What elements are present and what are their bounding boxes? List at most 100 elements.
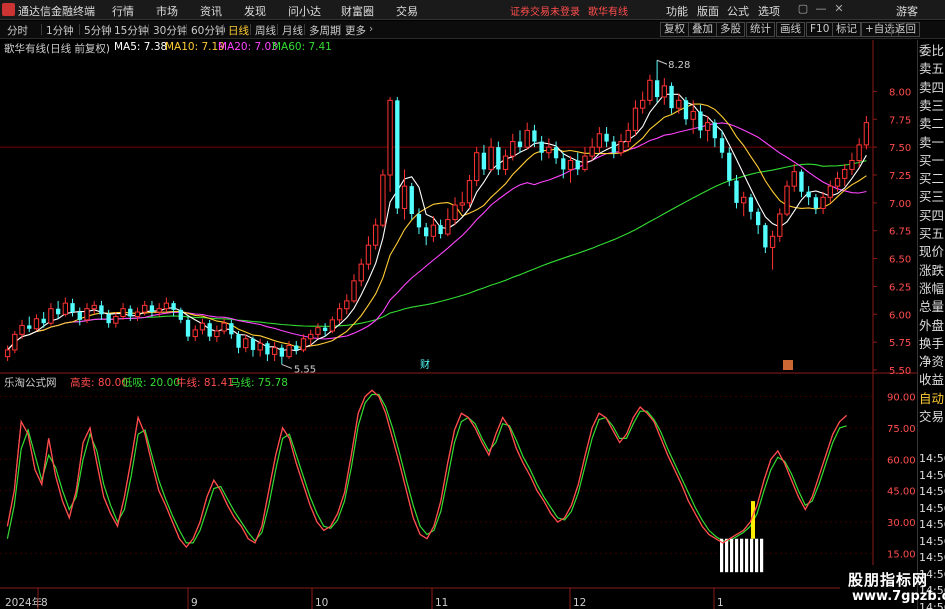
price-tick-label: 7.25 [889,171,911,182]
f10-button[interactable]: F10 [806,22,834,37]
sidebar-tab-3[interactable]: 卖三 [919,97,945,115]
menu-wenxiaoda[interactable]: 问小达 [288,3,321,19]
indicator-tick-label: 90.00 [887,393,916,404]
candle-body-down [763,225,768,248]
candle-body-up [286,344,292,358]
candle-body-down [128,308,133,317]
period-1min[interactable]: 1分钟 [43,23,77,38]
indicator-bull-line-plot [6,389,848,549]
period-more[interactable]: 更多 [342,23,369,38]
candle-body-down [654,80,660,97]
sidebar-tab-16[interactable]: 换手 [919,335,945,353]
menu-hangqing[interactable]: 行情 [112,3,134,19]
candle-body-up [452,204,458,221]
menu-jiaoyi[interactable]: 交易 [396,3,418,19]
period-monthly[interactable]: 月线 [279,23,306,38]
sidebar-tab-17[interactable]: 净资 [919,353,945,371]
stock-terminal-window: 通达信金融终端 行情 市场 资讯 发现 问小达 财富圈 交易 证券交易未登录 歌… [0,0,945,609]
sidebar-tab-19[interactable]: 自动 [919,390,945,408]
candle-body-up [445,219,451,235]
period-30min[interactable]: 30分钟 [150,23,190,38]
sidebar-tab-11[interactable]: 现价 [919,243,945,261]
menu-faxian[interactable]: 发现 [244,3,266,19]
candle-body-up [380,174,386,226]
back-button[interactable]: 返回 [891,22,920,37]
candle-body-down [416,214,422,228]
sidebar-tab-2[interactable]: 卖四 [919,79,945,97]
sidebar-tab-7[interactable]: 买二 [919,170,945,188]
trade-time: 14:56 [919,518,945,531]
sidebar-tab-12[interactable]: 涨跌 [919,262,945,280]
candle-body-down [149,305,155,313]
period-fenshi[interactable]: 分时 [4,23,31,38]
sidebar-tab-8[interactable]: 买三 [919,188,945,206]
period-15min[interactable]: 15分钟 [111,23,151,38]
menu-shichang[interactable]: 市场 [156,3,178,19]
period-toolbar: 分时 1分钟 5分钟 15分钟 30分钟 60分钟 日线 周线 月线 多周期 更… [0,21,945,39]
sidebar-tab-6[interactable]: 买一 [919,152,945,170]
login-warning[interactable]: 证券交易未登录 [510,3,580,18]
duogu-button[interactable]: 多股 [716,22,745,37]
candle-body-up [661,85,667,98]
menu-gongshi[interactable]: 公式 [727,3,749,19]
tongji-button[interactable]: 统计 [746,22,775,37]
month-label: 12 [573,597,586,609]
finance-event-marker: 财 [420,358,430,371]
trade-time: 14:56 [919,485,945,498]
menu-banmian[interactable]: 版面 [697,3,719,19]
sidebar-tab-13[interactable]: 涨幅 [919,280,945,298]
sidebar-tab-5[interactable]: 卖一 [919,134,945,152]
candle-body-down [727,152,732,181]
watermark-url: www.7gpzb.com [852,589,945,604]
candle-body-up [142,304,148,313]
candle-body-up [336,308,343,321]
guest-user[interactable]: 游客 [896,3,918,19]
candle-body-up [33,318,40,330]
huaxian-button[interactable]: 画线 [776,22,805,37]
month-label: 11 [435,597,448,609]
period-weekly[interactable]: 周线 [252,23,279,38]
sidebar-tab-20[interactable]: 交易 [919,408,945,426]
diejia-button[interactable]: 叠加 [688,22,717,37]
kline-chart-canvas[interactable]: 8.28 5.55 财 8.00 7.75 7.50 7.25 7.00 6.75 6.50 6.… [0,40,917,609]
buy-signal-bar [750,538,754,573]
menu-gongneng[interactable]: 功能 [666,3,688,19]
candle-body-up [827,185,833,198]
sidebar-tab-15[interactable]: 外盘 [919,317,945,335]
sidebar-tab-4[interactable]: 卖二 [919,115,945,133]
candle-body-up [48,308,54,324]
candle-body-up [308,333,314,340]
biaoji-button[interactable]: 标记 [832,22,861,37]
candle-body-up [502,155,509,170]
sidebar-tab-14[interactable]: 总量 [919,298,945,316]
trade-time: 14:56 [919,534,945,548]
menu-zixun[interactable]: 资讯 [200,3,222,19]
sidebar-tab-1[interactable]: 卖五 [919,60,945,78]
period-daily[interactable]: 日线 [225,23,252,38]
window-close-icon[interactable]: ✕ [832,2,846,15]
window-restore-icon[interactable]: ▢ [796,2,810,15]
event-marker-icon[interactable] [783,360,793,370]
candle-body-up [4,349,11,358]
sidebar-tab-18[interactable]: 收益 [919,371,945,389]
sidebar-tab-0[interactable]: 委比 [919,42,945,60]
current-stock-name: 歌华有线 [588,7,628,18]
candle-body-up [91,304,97,310]
menu-xuanxiang[interactable]: 选项 [758,3,780,19]
candle-body-down [70,303,75,313]
fuquan-button[interactable]: 复权 [660,22,689,37]
month-label: 1 [717,597,724,609]
high-pointer [656,59,668,65]
candle-body-down [481,152,487,170]
more-chevron-icon[interactable]: › [366,23,376,35]
candle-body-up [856,144,862,162]
buy-signal-bar [740,538,744,573]
sidebar-tab-10[interactable]: 买五 [919,225,945,243]
menu-caifuquan[interactable]: 财富圈 [341,3,374,19]
candle-body-up [365,244,372,265]
period-multi[interactable]: 多周期 [306,23,344,38]
candle-body-down [77,312,82,320]
candle-body-down [813,197,819,209]
window-minimize-icon[interactable]: — [814,2,828,15]
sidebar-tab-9[interactable]: 买四 [919,207,945,225]
